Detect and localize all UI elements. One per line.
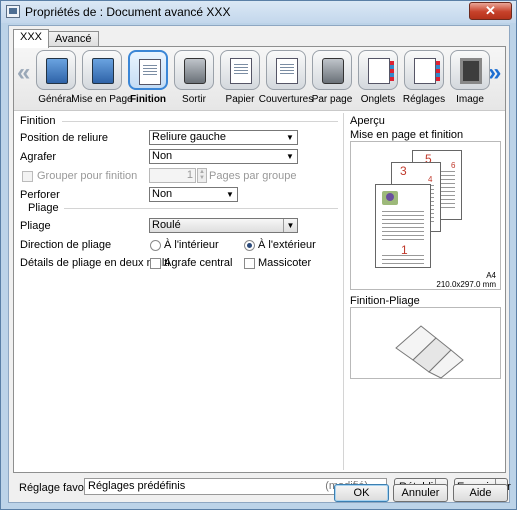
fold-section-title: Pliage bbox=[28, 202, 59, 214]
group-count-field[interactable]: 1 bbox=[149, 168, 196, 183]
fold-preview-label: Finition-Pliage bbox=[350, 295, 420, 307]
layout-preview-label: Mise en page et finition bbox=[350, 129, 464, 141]
preview-page: 1 bbox=[375, 184, 431, 268]
punch-value: Non bbox=[152, 188, 173, 200]
center-staple-checkbox[interactable] bbox=[150, 258, 161, 269]
layout-preview: 5 6 3 4 1 A4 210.0x297.0 mm bbox=[350, 141, 501, 290]
folded-paper-icon bbox=[395, 325, 464, 379]
fold-inside-label: À l'intérieur bbox=[164, 239, 219, 251]
close-icon: ✕ bbox=[485, 3, 496, 18]
fold-outside-label: À l'extérieur bbox=[258, 239, 316, 251]
page-number: 4 bbox=[428, 175, 433, 184]
printer-icon bbox=[6, 5, 20, 18]
scroll-left-button[interactable]: « bbox=[17, 59, 30, 87]
tab-advanced[interactable]: Avancé bbox=[48, 31, 99, 47]
punch-label: Perforer bbox=[20, 189, 60, 201]
pages-per-group-label: Pages par groupe bbox=[209, 170, 297, 182]
chevron-down-icon: ▼ bbox=[226, 190, 234, 199]
punch-select[interactable]: Non ▼ bbox=[149, 187, 238, 202]
fold-value: Roulé bbox=[152, 219, 181, 231]
binding-position-value: Reliure gauche bbox=[152, 131, 226, 143]
general-icon bbox=[46, 58, 68, 84]
settings-icon bbox=[414, 58, 440, 84]
fold-direction-label: Direction de pliage bbox=[20, 239, 112, 251]
dialog-body: XXX Avancé « » Général Mise en Page Fini… bbox=[8, 25, 511, 503]
fold-outside-radio[interactable] bbox=[244, 240, 255, 251]
category-label: Image bbox=[456, 94, 484, 105]
fold-preview bbox=[350, 307, 501, 379]
fold-inside-radio[interactable] bbox=[150, 240, 161, 251]
covers-icon bbox=[276, 58, 298, 84]
paper-size: A4 bbox=[486, 271, 496, 280]
page-number: 3 bbox=[400, 164, 407, 178]
tabs-icon bbox=[368, 58, 394, 84]
finishing-icon bbox=[139, 59, 161, 85]
finishing-section-title: Finition bbox=[20, 115, 56, 127]
layout-icon bbox=[92, 58, 114, 84]
chevron-down-icon: ▼ bbox=[286, 133, 294, 142]
trimmer-label: Massicoter bbox=[258, 257, 312, 269]
staple-value: Non bbox=[152, 150, 173, 162]
paper-icon bbox=[230, 58, 252, 84]
tab-panel: « » Général Mise en Page Finition Sortir bbox=[13, 46, 506, 473]
title-bar[interactable]: Propriétés de : Document avancé XXX ✕ bbox=[1, 1, 516, 23]
binding-position-select[interactable]: Reliure gauche ▼ bbox=[149, 130, 298, 145]
panel-divider bbox=[343, 113, 344, 470]
chevron-down-icon: ▼ bbox=[283, 219, 297, 232]
staple-select[interactable]: Non ▼ bbox=[149, 149, 298, 164]
section-divider bbox=[64, 208, 338, 209]
properties-window: Propriétés de : Document avancé XXX ✕ XX… bbox=[0, 0, 517, 510]
staple-label: Agrafer bbox=[20, 151, 57, 163]
preview-section-title: Aperçu bbox=[350, 115, 385, 127]
chevron-down-icon: ▼ bbox=[286, 152, 294, 161]
flower-image-icon bbox=[382, 191, 398, 205]
tab-xxx[interactable]: XXX bbox=[13, 29, 50, 48]
cancel-button[interactable]: Annuler bbox=[393, 484, 448, 502]
close-button[interactable]: ✕ bbox=[469, 2, 512, 20]
output-icon bbox=[184, 58, 206, 84]
binding-position-label: Position de reliure bbox=[20, 132, 109, 144]
fold-label: Pliage bbox=[20, 220, 51, 232]
group-count-spinner[interactable]: ▲ ▼ bbox=[197, 168, 207, 183]
help-button[interactable]: Aide bbox=[453, 484, 508, 502]
window-title: Propriétés de : Document avancé XXX bbox=[25, 5, 231, 19]
category-bar: « » Général Mise en Page Finition Sortir bbox=[14, 47, 505, 111]
page-number: 6 bbox=[451, 161, 456, 170]
group-finish-label: Grouper pour finition bbox=[37, 170, 138, 182]
section-divider bbox=[62, 121, 338, 122]
favorite-setting-label: Réglage favori bbox=[19, 482, 90, 494]
per-page-icon bbox=[322, 58, 344, 84]
trimmer-checkbox[interactable] bbox=[244, 258, 255, 269]
fold-select[interactable]: Roulé ▼ bbox=[149, 218, 298, 233]
fold-details-label: Détails de pliage en deux multi bbox=[20, 257, 170, 269]
group-finish-checkbox[interactable] bbox=[22, 171, 33, 182]
image-icon bbox=[460, 58, 482, 84]
paper-dimensions: 210.0x297.0 mm bbox=[436, 280, 496, 289]
center-staple-label: Agrafe central bbox=[164, 257, 233, 269]
favorite-setting-value: Réglages prédéfinis bbox=[88, 480, 186, 492]
category-image[interactable]: Image bbox=[448, 50, 492, 105]
ok-button[interactable]: OK bbox=[334, 484, 389, 502]
